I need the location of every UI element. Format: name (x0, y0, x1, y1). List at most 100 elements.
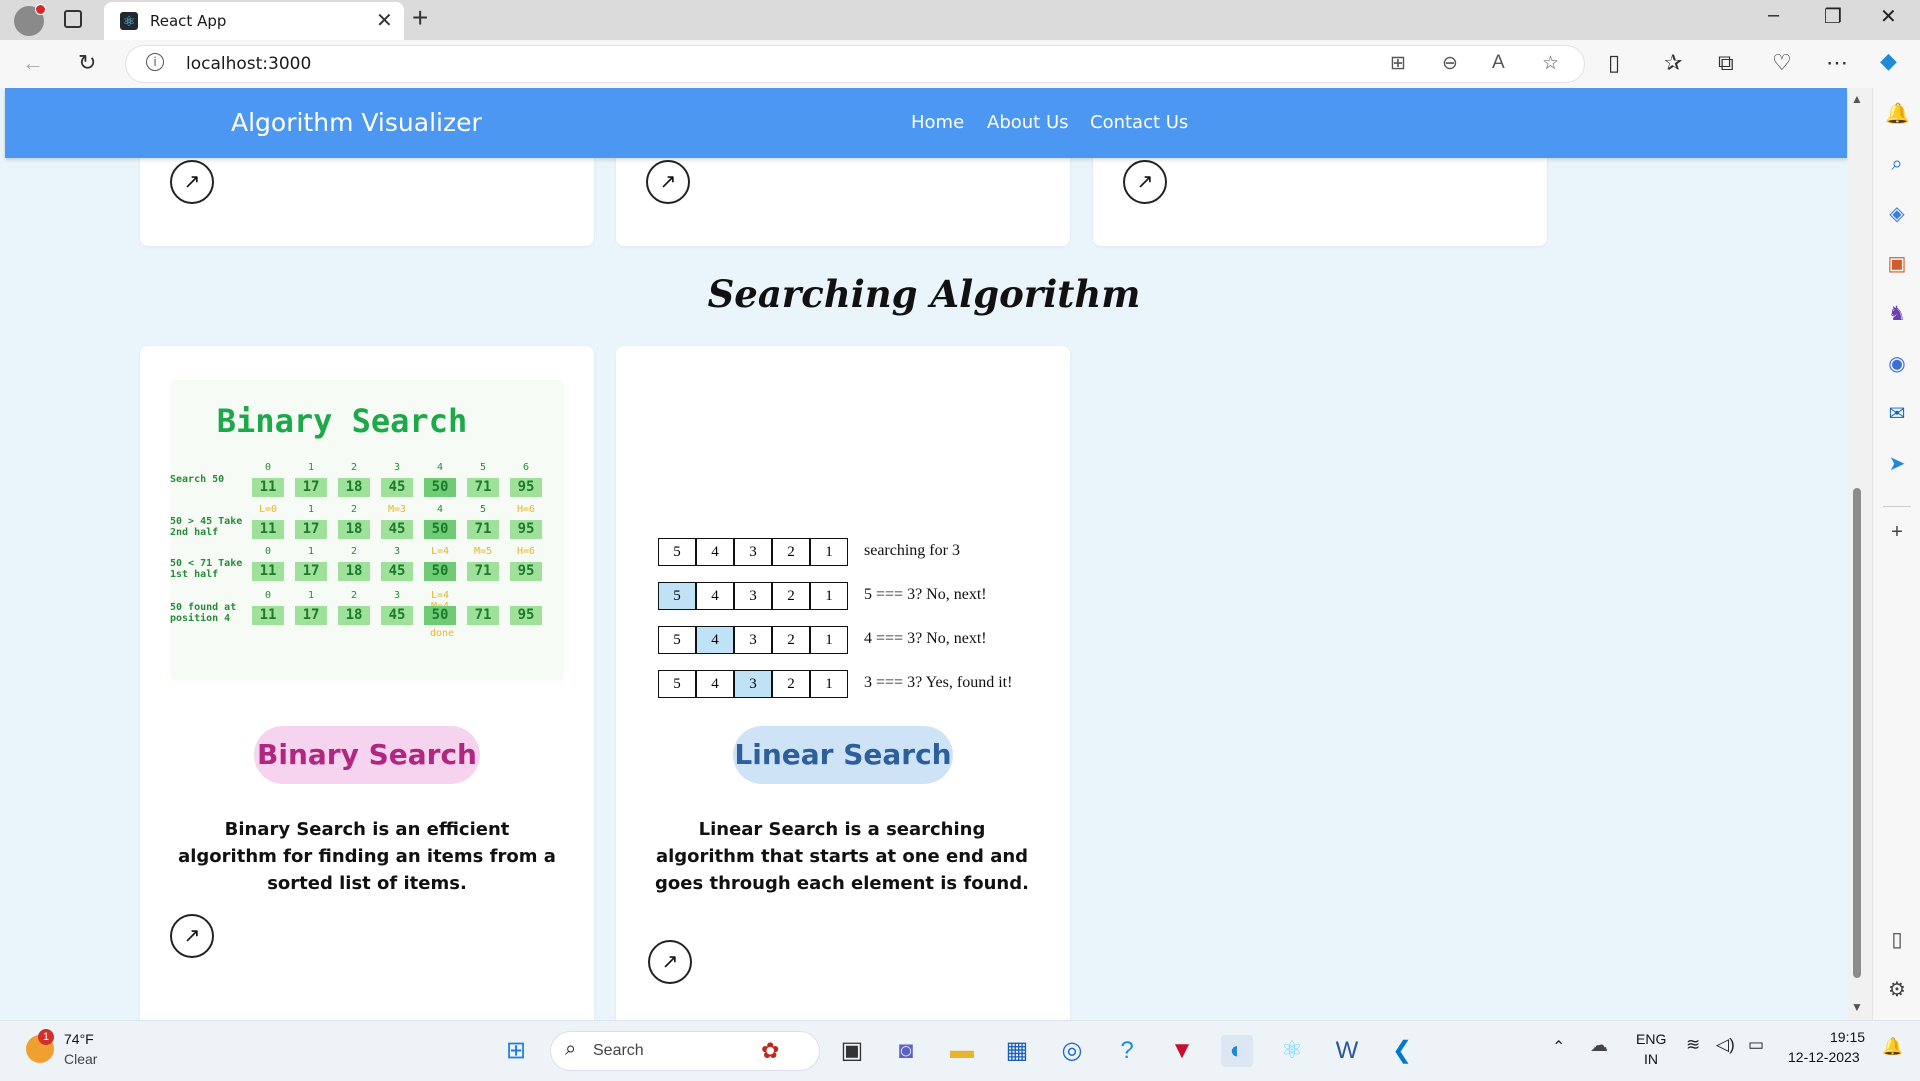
open-arrow-icon[interactable]: ↗ (1123, 160, 1167, 204)
read-aloud-icon[interactable]: A (1492, 52, 1505, 74)
volume-icon[interactable]: ◁) (1716, 1035, 1735, 1055)
nav-home[interactable]: Home (911, 112, 964, 133)
send-plane-icon[interactable]: ➤ (1885, 452, 1909, 476)
binary-step-row: 50 found at position 4011117218345L=4 M=… (170, 588, 564, 639)
favorite-star-icon[interactable]: ☆ (1542, 52, 1559, 75)
binary-index-label: 0 (264, 546, 272, 557)
binary-value-cell: 18 (338, 520, 370, 539)
zoom-out-icon[interactable]: ⊖ (1442, 52, 1458, 75)
binary-index-label: 5 (479, 462, 487, 473)
binary-search-open-icon[interactable]: ↗ (170, 914, 214, 958)
more-menu-icon[interactable]: ⋯ (1826, 50, 1848, 76)
clock-time[interactable]: 19:15 (1830, 1029, 1865, 1045)
binary-index-label: 3 (393, 546, 401, 557)
shopping-tag-icon[interactable]: ◈ (1885, 202, 1909, 226)
split-screen-icon[interactable]: ▯ (1608, 50, 1620, 76)
edge-browser-icon[interactable]: ◐ (1221, 1035, 1253, 1067)
site-header: Algorithm Visualizer Home About Us Conta… (5, 88, 1847, 158)
vscode-icon[interactable]: ❮ (1386, 1035, 1418, 1067)
nav-contact-us[interactable]: Contact Us (1090, 112, 1188, 133)
linear-search-illustration: 5 4 3 2 1 searching for 3543215 === 3? No, ne… (658, 538, 1038, 738)
binary-value-cell: 17 (295, 606, 327, 625)
address-text[interactable]: localhost:3000 (186, 54, 311, 74)
binary-index-label: L=4 (430, 546, 450, 557)
task-view-icon[interactable]: ▣ (836, 1035, 868, 1067)
weather-temp[interactable]: 74°F (64, 1031, 94, 1047)
app-icon[interactable]: ◎ (1056, 1035, 1088, 1067)
battery-icon[interactable]: ▭ (1748, 1035, 1764, 1055)
back-arrow-icon[interactable]: ← (22, 50, 44, 76)
binary-value-cell: 71 (467, 562, 499, 581)
linear-value-cell: 4 (696, 626, 734, 654)
notification-dot (35, 4, 46, 15)
binary-search-pill[interactable]: Binary Search (254, 726, 480, 784)
linear-search-pill[interactable]: Linear Search (733, 726, 953, 784)
binary-index-label: 4 (436, 504, 444, 515)
binary-value-cell: 45 (381, 478, 413, 497)
favorites-icon[interactable]: ✰ (1664, 50, 1682, 76)
help-icon[interactable]: ? (1111, 1035, 1143, 1067)
outlook-icon[interactable]: ✉ (1885, 402, 1909, 426)
mcafee-icon[interactable]: ▼ (1166, 1035, 1198, 1067)
react-devtools-icon[interactable]: ⚛ (1276, 1035, 1308, 1067)
site-info-icon[interactable]: i (146, 53, 164, 71)
new-tab-button[interactable]: + (412, 2, 428, 34)
address-bar[interactable]: i localhost:3000 ⊞ ⊖ A ☆ (126, 46, 1584, 82)
windows-start-icon[interactable]: ⊞ (500, 1035, 532, 1067)
linear-step-text: 3 === 3? Yes, found it! (864, 674, 1013, 691)
taskbar-search-label: Search (593, 1042, 644, 1059)
weather-desc[interactable]: Clear (64, 1051, 97, 1067)
scroll-down-icon[interactable]: ▼ (1851, 1000, 1863, 1014)
settings-gear-icon[interactable]: ⚙ (1885, 978, 1909, 1002)
file-explorer-icon[interactable]: ▬ (946, 1035, 978, 1067)
copilot-icon[interactable]: ◆ (1880, 48, 1897, 74)
search-icon: ⌕ (565, 1038, 577, 1060)
linear-search-open-icon[interactable]: ↗ (648, 940, 692, 984)
wifi-icon[interactable]: ≋ (1686, 1035, 1700, 1055)
teams-chat-icon[interactable]: ◙ (890, 1035, 922, 1067)
linear-value-cell: 1 (810, 582, 848, 610)
language-line2[interactable]: IN (1644, 1051, 1658, 1067)
collections-icon[interactable]: ⧉ (1718, 50, 1734, 76)
browser-tab[interactable]: ⚛ React App ✕ (104, 2, 404, 40)
binary-index-label: M=5 (473, 546, 493, 557)
tab-close-button[interactable]: ✕ (376, 8, 393, 33)
profile-icon[interactable] (14, 4, 46, 36)
binary-value-cell: 71 (467, 520, 499, 539)
open-arrow-icon[interactable]: ↗ (170, 160, 214, 204)
open-arrow-icon[interactable]: ↗ (646, 160, 690, 204)
language-line1[interactable]: ENG (1636, 1031, 1666, 1047)
linear-value-cell: 1 (810, 538, 848, 566)
binary-value-cell: 11 (252, 562, 284, 581)
notifications-bell-icon[interactable]: 🔔 (1885, 102, 1910, 126)
browser-essentials-icon[interactable]: ♡ (1772, 50, 1792, 76)
nav-about-us[interactable]: About Us (987, 112, 1069, 133)
tab-actions-icon[interactable] (64, 10, 82, 28)
sidebar-panel-icon[interactable]: ▯ (1885, 928, 1909, 952)
taskbar-search[interactable]: ⌕ Search ✿ (550, 1031, 820, 1071)
binary-index-label: M=3 (387, 504, 407, 515)
binary-index-label: H=6 (516, 546, 536, 557)
microsoft365-icon[interactable]: ◉ (1885, 352, 1909, 376)
refresh-icon[interactable]: ↻ (78, 50, 96, 76)
app-available-icon[interactable]: ⊞ (1390, 52, 1406, 75)
linear-value-cell: 2 (772, 626, 810, 654)
maximize-button[interactable]: ❐ (1824, 4, 1842, 29)
word-icon[interactable]: W (1331, 1035, 1363, 1067)
add-icon[interactable]: + (1885, 520, 1909, 544)
binary-index-label: 2 (350, 504, 358, 515)
store-icon[interactable]: ▦ (1001, 1035, 1033, 1067)
games-chess-icon[interactable]: ♞ (1885, 302, 1909, 326)
search-icon[interactable]: ⌕ (1885, 152, 1909, 176)
notification-bell-icon[interactable]: 🔔 (1882, 1037, 1903, 1057)
scroll-up-icon[interactable]: ▲ (1851, 92, 1863, 106)
binary-index-label: 3 (393, 590, 401, 601)
site-brand[interactable]: Algorithm Visualizer (231, 108, 482, 137)
show-hidden-icons[interactable]: ⌃ (1552, 1037, 1565, 1057)
clock-date[interactable]: 12-12-2023 (1788, 1049, 1860, 1065)
tools-briefcase-icon[interactable]: ▣ (1885, 252, 1909, 276)
minimize-button[interactable]: – (1768, 4, 1779, 27)
close-window-button[interactable]: ✕ (1880, 4, 1897, 29)
scrollbar-thumb[interactable] (1853, 488, 1861, 978)
onedrive-cloud-icon[interactable]: ☁ (1590, 1035, 1608, 1056)
